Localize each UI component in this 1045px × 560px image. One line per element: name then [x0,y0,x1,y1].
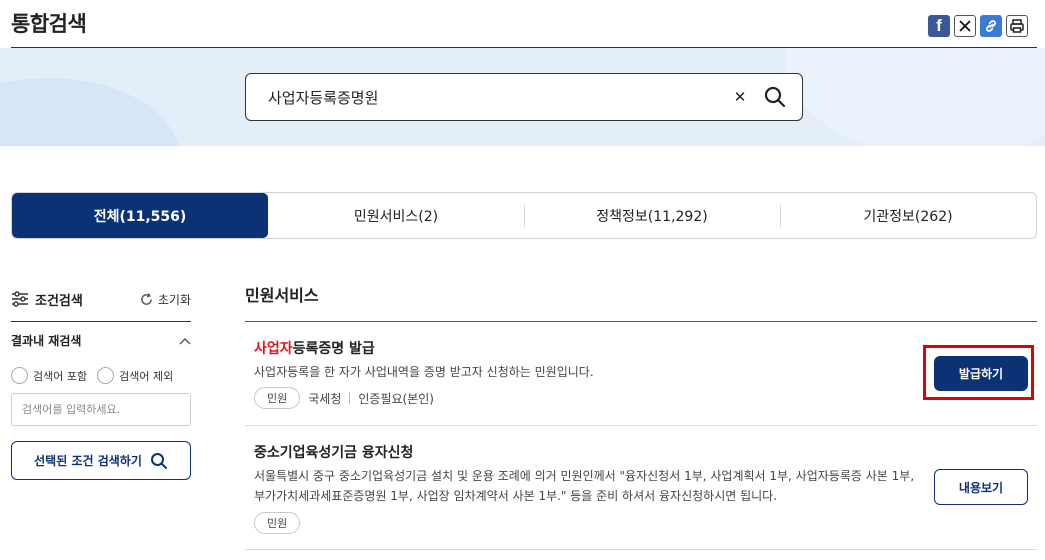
include-keyword-radio[interactable]: 검색어 포함 [11,367,87,384]
section-title: 민원서비스 [245,286,319,305]
auth-label: 인증필요(본인) [358,391,434,406]
banner-decoration [0,78,180,146]
condition-search-button[interactable]: 선택된 조건 검색하기 [11,441,191,480]
view-details-button[interactable]: 내용보기 [934,469,1028,505]
result-tabs: 전체(11,556) 민원서비스(2) 정책정보(11,292) 기관정보(26… [11,192,1037,239]
result-title-rest: 등록증명 발급 [292,341,375,357]
result-meta: 민원 국세청 인증필요(본인) [254,387,434,409]
print-icon[interactable] [1006,15,1028,37]
link-icon[interactable] [980,15,1002,37]
search-input[interactable] [268,88,730,106]
keyword-input[interactable] [11,393,191,426]
result-meta: 민원 [254,512,301,534]
reset-button[interactable]: 초기화 [139,291,191,308]
exclude-keyword-radio[interactable]: 검색어 제외 [97,367,173,384]
radio-circle [97,367,115,384]
sidebar-divider [11,321,191,322]
result-title-highlight: 사업자 [254,341,293,357]
close-icon: ✕ [733,88,747,106]
chevron-up-icon [179,337,191,344]
category-tag: 민원 [254,512,301,534]
search-banner: ✕ [0,48,1045,146]
category-tag: 민원 [254,387,301,409]
reset-label: 초기화 [157,292,191,307]
condition-search-label: 선택된 조건 검색하기 [34,454,142,468]
clear-search-button[interactable]: ✕ [730,87,750,107]
result-description: 서울특별시 중구 중소기업육성기금 설치 및 운용 조례에 의거 민원인께서 "… [254,469,915,503]
tab-civil-service[interactable]: 민원서비스(2) [268,193,524,238]
result-title[interactable]: 중소기업육성기금 융자신청 [254,442,413,462]
radio-circle [11,367,28,384]
search-box: ✕ [245,73,803,121]
banner-decoration [785,48,1045,146]
share-toolbar: f [928,15,1028,37]
exclude-keyword-label: 검색어 제외 [119,369,174,383]
result-item: 중소기업육성기금 융자신청 서울특별시 중구 중소기업육성기금 설치 및 운용 … [245,426,1037,550]
filter-sliders-icon [12,291,28,307]
result-title[interactable]: 사업자등록증명 발급 [254,338,375,358]
search-icon [764,86,786,108]
search-icon [150,452,167,469]
agency-label: 국세청 [308,391,342,406]
refine-title: 결과내 재검색 [11,334,82,348]
refine-header[interactable]: 결과내 재검색 [11,332,191,349]
filter-sidebar: 조건검색 초기화 결과내 재검색 검색어 포함 검색어 제외 선택된 조건 검색… [11,286,191,480]
facebook-glyph: f [936,16,942,35]
filter-title-label: 조건검색 [35,293,83,309]
include-keyword-label: 검색어 포함 [33,369,88,383]
filter-title: 조건검색 [11,290,83,309]
result-description: 사업자등록을 한 자가 사업내역을 증명 받고자 신청하는 민원입니다. [254,365,594,379]
x-icon[interactable] [954,15,976,37]
tab-policy-info[interactable]: 정책정보(11,292) [524,193,780,238]
meta-divider [349,392,351,404]
tab-agency-info[interactable]: 기관정보(262) [780,193,1036,238]
filter-header: 조건검색 초기화 [11,286,191,312]
refresh-icon [141,292,152,305]
refine-options: 검색어 포함 검색어 제외 [11,367,191,384]
facebook-icon[interactable]: f [928,15,950,37]
tab-all[interactable]: 전체(11,556) [12,193,268,238]
search-button[interactable] [762,84,788,110]
page-title: 통합검색 [11,12,87,36]
annotation-highlight-box [923,345,1034,400]
result-item: 사업자등록증명 발급 사업자등록을 한 자가 사업내역을 증명 받고자 신청하는… [245,322,1037,426]
results-area: 민원서비스 사업자등록증명 발급 사업자등록을 한 자가 사업내역을 증명 받고… [245,282,1037,550]
